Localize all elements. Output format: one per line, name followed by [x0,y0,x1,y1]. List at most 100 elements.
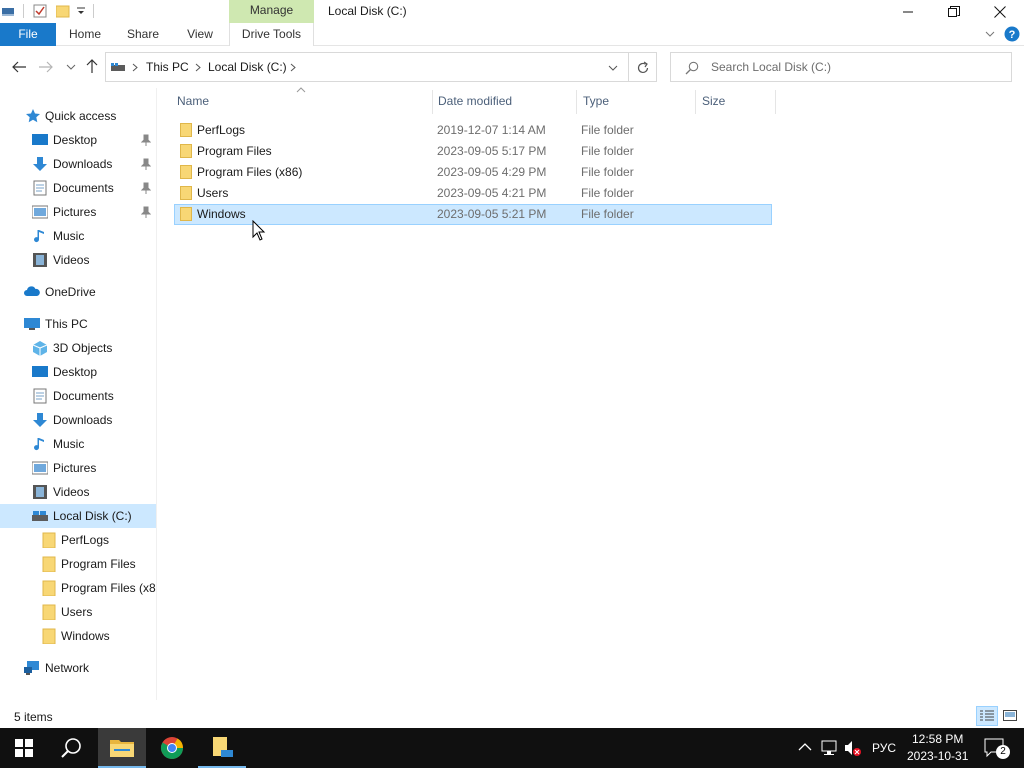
taskbar-file-explorer[interactable] [98,728,146,768]
sidebar-item-onedrive[interactable]: OneDrive [0,280,157,304]
sidebar-item-qa-music[interactable]: Music [0,224,157,248]
column-divider[interactable] [576,90,577,114]
sidebar-item-label: Users [61,605,93,619]
sidebar-item-desktop[interactable]: Desktop [0,360,157,384]
item-count: 5 items [14,710,53,724]
search-field[interactable]: Search Local Disk (C:) [670,52,1012,82]
column-divider[interactable] [432,90,433,114]
sidebar-item-label: Quick access [45,109,117,123]
sidebar-item-qa-documents[interactable]: Documents [0,176,157,200]
breadcrumb-separator-icon[interactable] [290,63,296,72]
breadcrumb-separator-icon[interactable] [195,63,201,72]
sidebar-item-network[interactable]: Network [0,656,157,680]
music-icon [34,438,44,451]
sidebar-item-music[interactable]: Music [0,432,157,456]
table-row[interactable]: PerfLogs 2019-12-07 1:14 AM File folder [174,120,772,141]
new-folder-icon[interactable] [56,4,70,18]
restore-button[interactable] [931,0,977,23]
taskbar-chrome[interactable] [148,728,196,768]
pin-icon[interactable] [141,158,151,170]
sidebar-item-qa-pictures[interactable]: Pictures [0,200,157,224]
column-header-type[interactable]: Type [583,94,609,112]
sidebar-item-videos[interactable]: Videos [0,480,157,504]
tab-drive-tools[interactable]: Drive Tools [229,23,314,46]
refresh-button[interactable] [629,52,657,82]
tab-file[interactable]: File [0,23,56,46]
sidebar-item-local-disk[interactable]: Local Disk (C:) [0,504,157,528]
taskbar: РУС 12:58 PM 2023-10-31 2 [0,728,1024,768]
column-divider[interactable] [695,90,696,114]
sidebar-item-documents[interactable]: Documents [0,384,157,408]
sidebar-item-qa-videos[interactable]: Videos [0,248,157,272]
minimize-button[interactable] [885,0,931,23]
customize-toolbar-chevron-icon[interactable] [75,4,89,18]
sidebar-item-this-pc[interactable]: This PC [0,312,157,336]
sidebar-item-label: Program Files (x86) [61,581,157,595]
forward-arrow-icon[interactable] [38,60,54,74]
mouse-cursor-icon [252,220,266,241]
clock-time[interactable]: 12:58 PM [912,732,963,746]
file-name: Windows [197,207,246,221]
sidebar-item-3d-objects[interactable]: 3D Objects [0,336,157,360]
table-row[interactable]: Program Files 2023-09-05 5:17 PM File fo… [174,141,772,162]
videos-icon [33,485,47,499]
breadcrumb-separator-icon [132,63,138,72]
table-row[interactable]: Users 2023-09-05 4:21 PM File folder [174,183,772,204]
clock-date[interactable]: 2023-10-31 [907,749,968,763]
show-hidden-icons-chevron-icon[interactable] [798,742,812,752]
action-center-button[interactable]: 2 [976,728,1024,768]
computer-icon [24,318,40,330]
pin-icon[interactable] [141,182,151,194]
date-modified: 2023-09-05 4:21 PM [437,186,547,200]
close-button[interactable] [977,0,1023,23]
start-button[interactable] [0,728,48,768]
sidebar-item-windows[interactable]: Windows [0,624,157,648]
ribbon-tab-bar: File Home Share View Drive Tools ? [0,23,1024,46]
column-divider[interactable] [775,90,776,114]
expand-ribbon-chevron-icon[interactable] [985,30,995,38]
pin-icon[interactable] [141,206,151,218]
input-language[interactable]: РУС [872,741,896,755]
tab-view[interactable]: View [178,23,222,46]
column-header-size[interactable]: Size [702,94,725,112]
table-row[interactable]: Program Files (x86) 2023-09-05 4:29 PM F… [174,162,772,183]
folder-icon [180,123,192,137]
help-icon[interactable]: ? [1004,26,1020,42]
restore-icon [948,5,960,17]
details-view-button[interactable] [976,706,998,726]
breadcrumb-local-disk[interactable]: Local Disk (C:) [208,60,287,74]
sidebar-item-qa-desktop[interactable]: Desktop [0,128,157,152]
taskbar-explorer-window[interactable] [198,728,246,768]
sidebar-item-qa-downloads[interactable]: Downloads [0,152,157,176]
up-arrow-icon[interactable] [85,58,99,74]
properties-icon[interactable] [33,4,47,18]
breadcrumb-this-pc[interactable]: This PC [146,60,189,74]
volume-muted-icon[interactable] [844,739,862,757]
column-header-date-modified[interactable]: Date modified [438,94,512,112]
network-status-icon[interactable] [820,740,838,756]
videos-icon [33,253,47,267]
sidebar-item-program-files[interactable]: Program Files [0,552,157,576]
pin-icon[interactable] [141,134,151,146]
sidebar-item-program-files-x86[interactable]: Program Files (x86) [0,576,157,600]
sidebar-item-quick-access[interactable]: Quick access [0,104,157,128]
recent-locations-chevron-icon[interactable] [66,63,76,71]
folder-disk-icon [213,737,233,757]
local-disk-icon [32,511,48,521]
window-title: Local Disk (C:) [328,4,407,18]
file-explorer-icon [110,740,134,757]
search-taskbar-button[interactable] [48,728,96,768]
tab-share[interactable]: Share [120,23,166,46]
back-arrow-icon[interactable] [11,60,27,74]
large-icons-view-button[interactable] [1000,706,1020,726]
sidebar-item-label: Pictures [53,205,97,219]
sidebar-item-downloads[interactable]: Downloads [0,408,157,432]
sidebar-item-users[interactable]: Users [0,600,157,624]
sidebar-item-perflogs[interactable]: PerfLogs [0,528,157,552]
column-header-name[interactable]: Name [177,94,209,112]
address-history-chevron-icon[interactable] [608,64,618,72]
address-bar[interactable]: This PC Local Disk (C:) [105,52,629,82]
search-icon [685,61,699,75]
tab-home[interactable]: Home [60,23,110,46]
sidebar-item-pictures[interactable]: Pictures [0,456,157,480]
